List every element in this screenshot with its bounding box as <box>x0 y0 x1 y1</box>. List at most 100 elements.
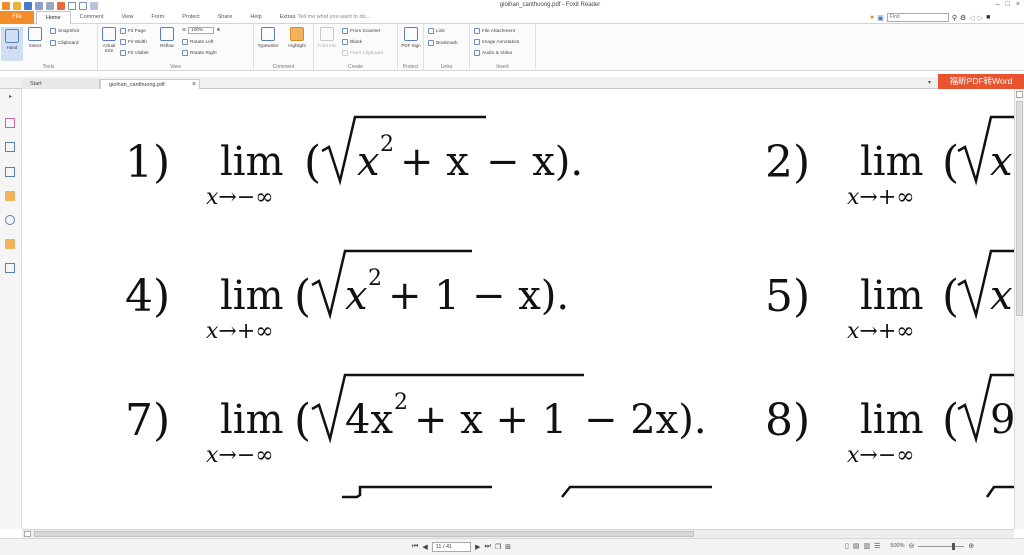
zoom-slider[interactable] <box>918 542 965 550</box>
page-number-input[interactable]: 11 / 41 <box>431 542 472 552</box>
rotate-right-button[interactable]: Rotate Right <box>182 50 217 56</box>
horizontal-scroll-thumb[interactable] <box>34 531 694 537</box>
page-view-icon[interactable]: ❐ <box>495 543 501 551</box>
search-icon[interactable]: ⚲ <box>952 14 957 22</box>
close-icon[interactable]: × <box>1016 1 1020 8</box>
redo-icon[interactable] <box>79 1 87 10</box>
zoom-select[interactable]: ⊖ 100% ⊕ <box>182 27 220 34</box>
rotate-left-button[interactable]: Rotate Left <box>182 39 213 45</box>
scroll-up-icon[interactable] <box>1016 91 1023 98</box>
link-button[interactable]: Link <box>428 28 445 34</box>
from-file-icon <box>320 27 334 41</box>
expand-panel-icon[interactable]: ▸ <box>9 93 12 100</box>
tab-comment[interactable]: Comment <box>71 11 113 24</box>
tab-document[interactable]: gioihan_canthuong.pdf × <box>100 79 200 89</box>
minimize-icon[interactable]: – <box>996 1 1000 8</box>
fit-width-button[interactable]: Fit Width <box>120 39 147 45</box>
tab-share[interactable]: Share <box>209 11 242 24</box>
prev-result-icon[interactable]: ◁ <box>969 14 974 22</box>
pages-icon[interactable] <box>5 118 15 128</box>
hand-button[interactable]: Hand <box>1 27 23 61</box>
from-scanner-button[interactable]: From Scanner <box>342 28 380 34</box>
continuous-icon[interactable]: ▤ <box>853 542 860 550</box>
document-page[interactable]: 1) lim x→−∞ ( x 2 + x − x). 2) lim x→+∞ … <box>22 89 1016 529</box>
lim-operator: lim <box>220 397 284 443</box>
first-page-icon[interactable]: ⏮ <box>412 543 418 551</box>
save-icon[interactable] <box>24 1 32 10</box>
blank-button[interactable]: Blank <box>342 39 362 45</box>
file-attachment-button[interactable]: File Attachment <box>474 28 515 34</box>
radicand-partial: x <box>990 139 1013 185</box>
maximize-icon[interactable]: □ <box>1006 1 1010 8</box>
cover-icon[interactable]: ☰ <box>874 542 880 550</box>
heart-icon[interactable]: ● <box>870 14 874 21</box>
audio-video-button[interactable]: Audio & Video <box>474 50 512 56</box>
fit-visible-icon <box>120 50 126 56</box>
clipboard-button[interactable]: Clipboard <box>50 40 79 46</box>
tab-help[interactable]: Help <box>241 11 270 24</box>
tab-form[interactable]: Form <box>142 11 173 24</box>
pdf-sign-button[interactable]: PDF Sign <box>400 27 422 48</box>
film-icon <box>474 50 480 56</box>
radicand-term: x <box>345 273 368 319</box>
next-page-icon[interactable]: ▶ <box>475 543 480 551</box>
zoom-out-icon[interactable]: ⊖ <box>908 542 914 550</box>
account-icon[interactable]: ▣ <box>877 14 884 22</box>
typewriter-button[interactable]: Typewriter <box>257 27 279 48</box>
attachments-icon[interactable] <box>5 215 15 225</box>
comments-icon[interactable] <box>5 191 15 201</box>
undo-icon[interactable] <box>68 1 76 10</box>
tab-protect[interactable]: Protect <box>173 11 208 24</box>
print-icon[interactable] <box>35 1 43 10</box>
zoom-slider-thumb[interactable] <box>952 542 956 550</box>
tab-list-dropdown-icon[interactable]: ▾ <box>928 79 931 86</box>
from-clipboard-button[interactable]: From Clipboard <box>342 50 383 56</box>
image-annotation-button[interactable]: Image Annotation <box>474 39 519 45</box>
open-icon[interactable] <box>13 1 21 10</box>
vertical-scroll-thumb[interactable] <box>1016 101 1023 316</box>
split-view-icon[interactable]: ⊞ <box>505 543 511 551</box>
paperclip-icon <box>474 28 480 34</box>
last-page-icon[interactable]: ⏭ <box>485 543 491 551</box>
tab-view[interactable]: View <box>113 11 143 24</box>
from-file-button[interactable]: From File <box>316 27 338 48</box>
promo-banner[interactable]: 福昕PDF转Word <box>938 74 1024 89</box>
prev-page-icon[interactable]: ◀ <box>422 543 427 551</box>
tell-me-search[interactable]: ◌ Tell me what you want to do... <box>293 11 370 24</box>
next-result-icon[interactable]: ▷ <box>978 14 983 22</box>
security-lock-icon[interactable] <box>5 239 15 249</box>
zoom-in-icon[interactable]: ⊕ <box>216 28 220 33</box>
single-page-icon[interactable]: ▯ <box>845 542 849 550</box>
tab-home[interactable]: Home <box>36 11 71 24</box>
actual-size-button[interactable]: Actual Size <box>98 27 120 53</box>
snapshot-button[interactable]: SnapShot <box>50 28 79 34</box>
tab-start[interactable]: Start <box>22 79 100 89</box>
settings-icon[interactable]: ⚙ <box>960 14 966 22</box>
layers-icon[interactable] <box>5 167 15 177</box>
expression-tail: − 2x). <box>584 397 707 443</box>
find-input[interactable]: Find <box>886 13 949 22</box>
bookmarks-icon[interactable] <box>5 142 15 152</box>
scroll-left-icon[interactable] <box>24 531 31 537</box>
fit-visible-button[interactable]: Fit Visible <box>120 50 149 56</box>
highlight-icon <box>290 27 304 41</box>
file-menu-button[interactable]: File <box>0 11 34 24</box>
zoom-out-icon[interactable]: ⊖ <box>182 28 186 33</box>
reflow-button[interactable]: Reflow <box>156 27 178 48</box>
camera-icon <box>50 28 56 34</box>
hand-icon[interactable] <box>57 1 65 10</box>
vertical-scrollbar[interactable] <box>1014 89 1024 529</box>
signatures-icon[interactable] <box>5 263 15 273</box>
email-icon[interactable] <box>46 1 54 10</box>
facing-icon[interactable]: ▥ <box>863 542 870 550</box>
highlight-button[interactable]: Highlight <box>286 27 308 48</box>
zoom-in-icon[interactable]: ⊕ <box>968 542 974 550</box>
user-icon[interactable]: ■ <box>986 14 990 21</box>
customize-icon[interactable] <box>90 1 98 10</box>
fit-page-button[interactable]: Fit Page <box>120 28 146 34</box>
select-button[interactable]: Select <box>24 27 46 48</box>
bookmark-button[interactable]: Bookmark <box>428 40 458 46</box>
zoom-level[interactable]: 500% <box>890 543 904 549</box>
horizontal-scrollbar[interactable] <box>22 529 1014 538</box>
group-create: From File From Scanner Blank From Clipbo… <box>314 24 398 71</box>
